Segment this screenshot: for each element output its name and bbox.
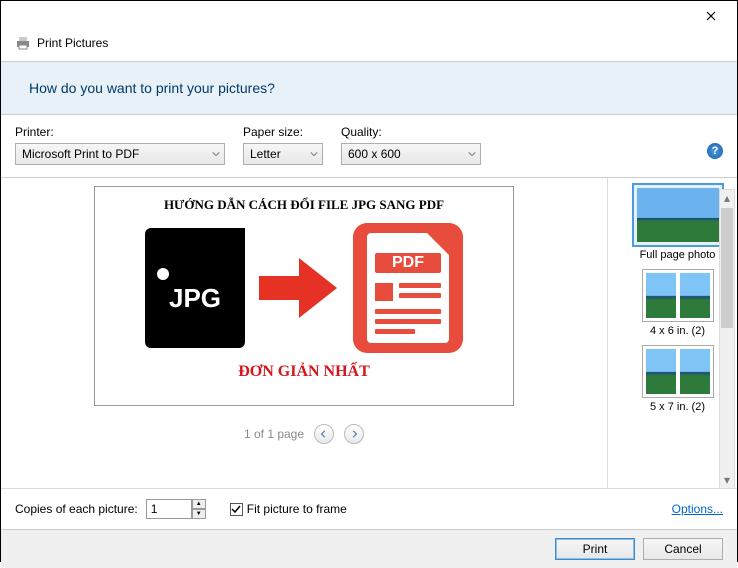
next-page-button[interactable] bbox=[344, 424, 364, 444]
scroll-thumb[interactable] bbox=[721, 208, 733, 328]
prev-page-button[interactable] bbox=[314, 424, 334, 444]
chevron-down-icon bbox=[468, 150, 476, 158]
main-area: HƯỚNG DẪN CÁCH ĐỔI FILE JPG SANG PDF JPG… bbox=[1, 178, 737, 488]
help-icon[interactable]: ? bbox=[707, 143, 723, 159]
pdf-label: PDF bbox=[375, 253, 441, 273]
quality-select[interactable]: 600 x 600 bbox=[341, 143, 481, 165]
printer-icon bbox=[15, 35, 31, 51]
print-button[interactable]: Print bbox=[555, 538, 635, 560]
bottom-row: Copies of each picture: ▲ ▼ Fit picture … bbox=[1, 488, 737, 529]
banner: How do you want to print your pictures? bbox=[1, 61, 737, 115]
layout-thumbnail bbox=[680, 273, 710, 318]
copies-down-button[interactable]: ▼ bbox=[192, 509, 206, 519]
preview-page: HƯỚNG DẪN CÁCH ĐỔI FILE JPG SANG PDF JPG… bbox=[94, 186, 514, 406]
layout-list[interactable]: Full page photo 4 x 6 in. (2) 5 x 7 in. … bbox=[607, 178, 737, 488]
checkbox-icon bbox=[230, 503, 243, 516]
chevron-down-icon bbox=[310, 150, 318, 158]
scroll-down-button[interactable]: ▾ bbox=[720, 472, 734, 488]
layout-label: Full page photo bbox=[640, 249, 716, 261]
controls-row: Printer: Microsoft Print to PDF Paper si… bbox=[1, 115, 737, 178]
pdf-file-icon: PDF bbox=[353, 223, 463, 353]
cancel-button[interactable]: Cancel bbox=[643, 538, 723, 560]
arrow-icon bbox=[259, 258, 339, 318]
options-link[interactable]: Options... bbox=[672, 502, 723, 516]
quality-group: Quality: 600 x 600 bbox=[341, 125, 481, 165]
fit-frame-label: Fit picture to frame bbox=[247, 502, 347, 516]
paper-label: Paper size: bbox=[243, 125, 323, 139]
copies-input[interactable] bbox=[146, 499, 192, 519]
layout-thumbnail bbox=[646, 349, 676, 394]
layout-scrollbar[interactable]: ▴ ▾ bbox=[719, 189, 735, 489]
preview-image-subtitle: ĐƠN GIẢN NHẤT bbox=[238, 363, 370, 381]
close-button[interactable] bbox=[695, 4, 727, 28]
layout-label: 4 x 6 in. (2) bbox=[650, 325, 705, 337]
scroll-up-button[interactable]: ▴ bbox=[720, 190, 734, 206]
chevron-right-icon bbox=[350, 430, 358, 438]
preview-graphic: JPG PDF bbox=[145, 223, 463, 353]
copies-up-button[interactable]: ▲ bbox=[192, 499, 206, 509]
pager: 1 of 1 page bbox=[244, 424, 364, 444]
fit-frame-checkbox[interactable]: Fit picture to frame bbox=[230, 502, 347, 516]
header: Print Pictures bbox=[1, 31, 737, 61]
chevron-left-icon bbox=[320, 430, 328, 438]
banner-question: How do you want to print your pictures? bbox=[29, 80, 709, 96]
footer: Print Cancel bbox=[1, 529, 737, 568]
paper-value: Letter bbox=[250, 147, 281, 161]
preview-image-title: HƯỚNG DẪN CÁCH ĐỔI FILE JPG SANG PDF bbox=[164, 197, 444, 213]
layout-thumbnail bbox=[637, 188, 719, 242]
printer-group: Printer: Microsoft Print to PDF bbox=[15, 125, 225, 165]
close-icon bbox=[706, 11, 716, 21]
layout-thumbnail bbox=[646, 273, 676, 318]
printer-label: Printer: bbox=[15, 125, 225, 139]
jpg-label: JPG bbox=[145, 283, 245, 314]
printer-select[interactable]: Microsoft Print to PDF bbox=[15, 143, 225, 165]
preview-area: HƯỚNG DẪN CÁCH ĐỔI FILE JPG SANG PDF JPG… bbox=[1, 178, 607, 488]
printer-value: Microsoft Print to PDF bbox=[22, 147, 139, 161]
paper-select[interactable]: Letter bbox=[243, 143, 323, 165]
window-title: Print Pictures bbox=[37, 36, 108, 50]
titlebar bbox=[1, 1, 737, 31]
chevron-down-icon bbox=[212, 150, 220, 158]
copies-label: Copies of each picture: bbox=[15, 502, 138, 516]
layout-label: 5 x 7 in. (2) bbox=[650, 401, 705, 413]
jpg-file-icon: JPG bbox=[145, 228, 245, 348]
pager-text: 1 of 1 page bbox=[244, 427, 304, 441]
layout-thumbnail bbox=[680, 349, 710, 394]
paper-group: Paper size: Letter bbox=[243, 125, 323, 165]
copies-spinner: ▲ ▼ bbox=[146, 499, 206, 519]
quality-label: Quality: bbox=[341, 125, 481, 139]
quality-value: 600 x 600 bbox=[348, 147, 401, 161]
